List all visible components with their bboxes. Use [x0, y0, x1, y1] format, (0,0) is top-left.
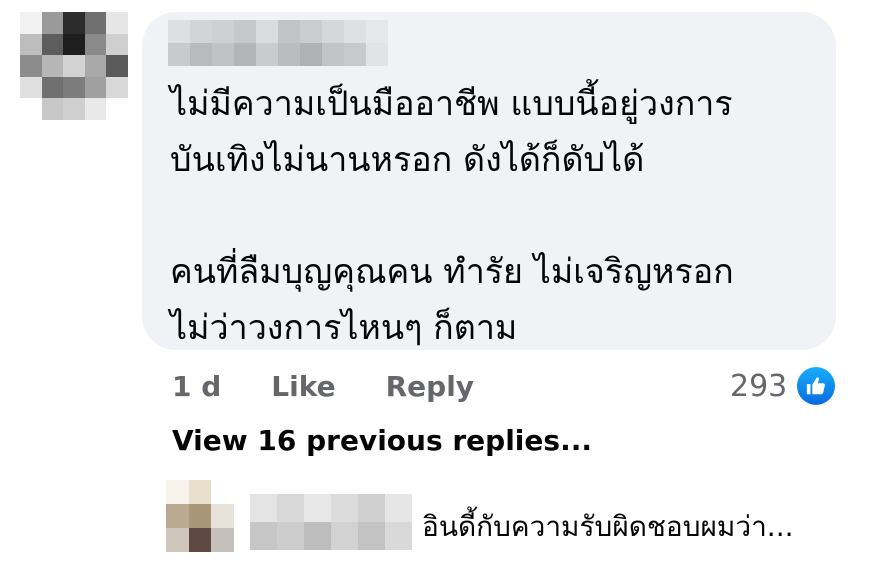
- commenter-avatar[interactable]: [20, 12, 128, 120]
- commenter-name-redacted[interactable]: [168, 20, 388, 66]
- reply-avatar[interactable]: [166, 480, 234, 552]
- reply-button[interactable]: Reply: [386, 370, 474, 403]
- like-thumb-icon: [797, 367, 836, 405]
- view-previous-replies-link[interactable]: View 16 previous replies...: [172, 424, 592, 457]
- comment-text: ไม่มีความเป็นมืออาชีพ แบบนี้อยู่วงการ บั…: [170, 84, 734, 348]
- reaction-summary[interactable]: 293: [730, 364, 836, 408]
- reaction-count: 293: [730, 368, 788, 404]
- like-button[interactable]: Like: [271, 370, 335, 403]
- comment-timestamp[interactable]: 1 d: [172, 370, 221, 403]
- comment-actions: 1 d Like Reply: [172, 362, 474, 410]
- reply-preview-text[interactable]: อินดี้กับความรับผิดชอบผมว่า...: [422, 505, 794, 549]
- reply-author-redacted[interactable]: [250, 494, 412, 550]
